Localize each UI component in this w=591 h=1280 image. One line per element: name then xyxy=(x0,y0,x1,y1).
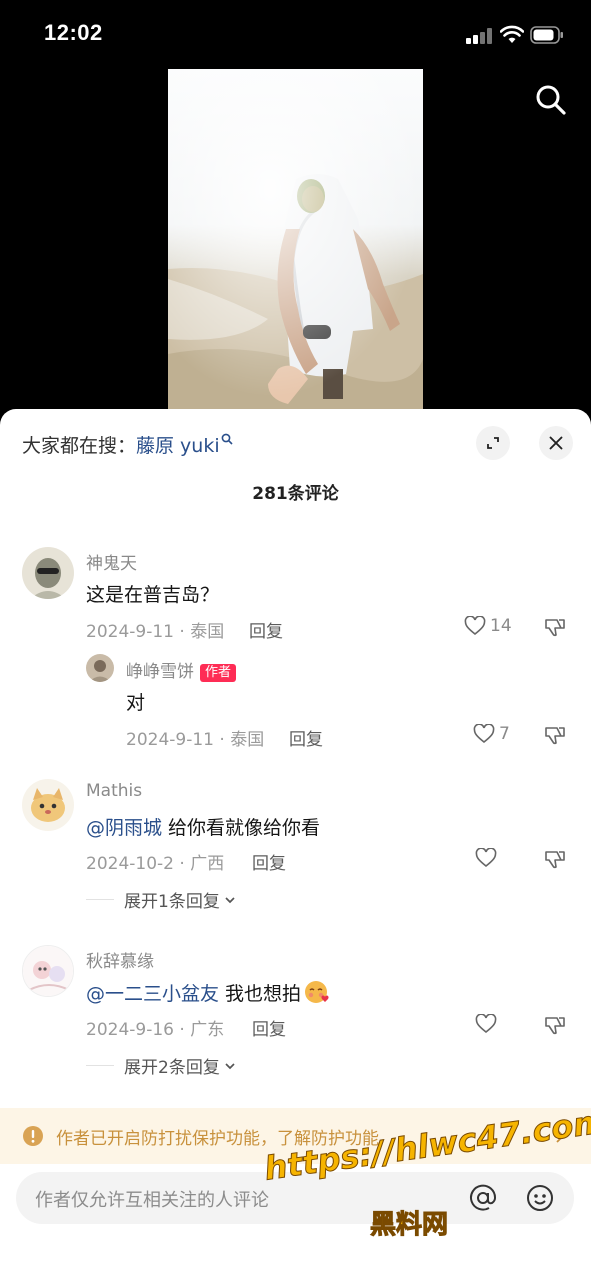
close-icon xyxy=(549,436,563,450)
like-button[interactable]: 7 xyxy=(473,724,510,744)
hot-search-prefix: 大家都在搜： xyxy=(22,435,137,457)
author-badge: 作者 xyxy=(200,664,237,682)
avatar[interactable] xyxy=(22,779,74,831)
like-button[interactable]: 14 xyxy=(464,616,512,636)
expand-sheet-button[interactable] xyxy=(476,426,510,460)
comment-count: 281条评论 xyxy=(252,484,339,504)
comment-item: 秋辞慕缘 @一二三小盆友 我也想拍 2024-9-16 · 广东 回复 展开2条… xyxy=(0,943,591,1083)
expand-replies-label: 展开1条回复 xyxy=(124,892,220,912)
reply-button[interactable]: 回复 xyxy=(252,849,286,874)
like-button[interactable] xyxy=(475,1014,497,1034)
heart-icon xyxy=(464,616,486,636)
expand-replies[interactable]: 展开2条回复 xyxy=(86,1053,237,1078)
mention-link[interactable]: @阴雨城 xyxy=(86,817,162,839)
search-icon[interactable] xyxy=(533,82,569,118)
comment-item: Mathis @阴雨城 给你看就像给你看 2024-10-2 · 广西 回复 展… xyxy=(0,777,591,917)
close-sheet-button[interactable] xyxy=(539,426,573,460)
like-count: 14 xyxy=(490,616,512,636)
comment-author[interactable]: 神鬼天 xyxy=(86,549,137,574)
comment-text: @阴雨城 给你看就像给你看 xyxy=(86,817,321,839)
heart-icon xyxy=(475,848,497,868)
like-count: 7 xyxy=(499,724,510,744)
comment-text: @一二三小盆友 我也想拍 xyxy=(86,979,329,1006)
divider xyxy=(86,899,114,900)
comment-author[interactable]: 秋辞慕缘 xyxy=(86,947,154,972)
comment-meta: 2024-9-11 · 泰国 xyxy=(126,730,265,750)
heart-icon xyxy=(473,724,495,744)
dislike-icon[interactable] xyxy=(544,1016,566,1036)
dislike-icon[interactable] xyxy=(544,850,566,870)
watermark-name: 黑料网 xyxy=(369,1210,449,1241)
heart-icon xyxy=(475,1014,497,1034)
kiss-emoji-icon xyxy=(305,981,329,1003)
comment-input-placeholder: 作者仅允许互相关注的人评论 xyxy=(35,1190,269,1211)
comment-author[interactable]: Mathis xyxy=(86,781,142,801)
hot-search-term[interactable]: 藤原 yuki xyxy=(136,435,220,457)
chevron-down-icon xyxy=(225,1062,235,1069)
expand-replies[interactable]: 展开1条回复 xyxy=(86,887,237,912)
avatar[interactable] xyxy=(22,547,74,599)
avatar[interactable] xyxy=(86,654,114,682)
small-search-icon xyxy=(221,433,233,445)
comment-meta: 2024-9-16 · 广东 xyxy=(86,1020,225,1040)
hot-search-bar[interactable]: 大家都在搜：藤原 yuki xyxy=(22,431,233,458)
reply-button[interactable]: 回复 xyxy=(249,617,283,642)
info-icon xyxy=(23,1126,43,1146)
status-time: 12:02 xyxy=(44,20,103,45)
comment-meta: 2024-9-11 · 泰国 xyxy=(86,622,225,642)
dislike-icon[interactable] xyxy=(544,618,566,638)
comment-meta: 2024-10-2 · 广西 xyxy=(86,854,225,874)
comment-text: 对 xyxy=(126,692,146,714)
like-button[interactable] xyxy=(475,848,497,868)
divider xyxy=(86,1065,114,1066)
dislike-icon[interactable] xyxy=(544,726,566,746)
mention-link[interactable]: @一二三小盆友 xyxy=(86,983,219,1005)
cellular-signal-icon xyxy=(466,28,494,44)
reply-item: 峥峥雪饼 作者 对 2024-9-11 · 泰国 回复 7 xyxy=(0,652,591,757)
battery-icon xyxy=(530,26,563,44)
comment-item: 神鬼天 这是在普吉岛？ 2024-9-11 · 泰国 回复 14 xyxy=(0,545,591,655)
watermark: https://hlwc47.com 黑料网 xyxy=(262,1102,591,1280)
chevron-down-icon xyxy=(225,896,235,903)
video-player[interactable] xyxy=(168,69,423,414)
video-frame-image xyxy=(168,69,423,414)
expand-replies-label: 展开2条回复 xyxy=(124,1058,220,1078)
expand-icon xyxy=(487,437,499,449)
reply-button[interactable]: 回复 xyxy=(252,1015,286,1040)
reply-button[interactable]: 回复 xyxy=(289,725,323,750)
comment-author[interactable]: 峥峥雪饼 作者 xyxy=(126,657,237,682)
status-bar: 12:02 xyxy=(0,0,591,70)
wifi-icon xyxy=(500,25,524,43)
avatar[interactable] xyxy=(22,945,74,997)
comment-text: 这是在普吉岛？ xyxy=(86,584,220,606)
